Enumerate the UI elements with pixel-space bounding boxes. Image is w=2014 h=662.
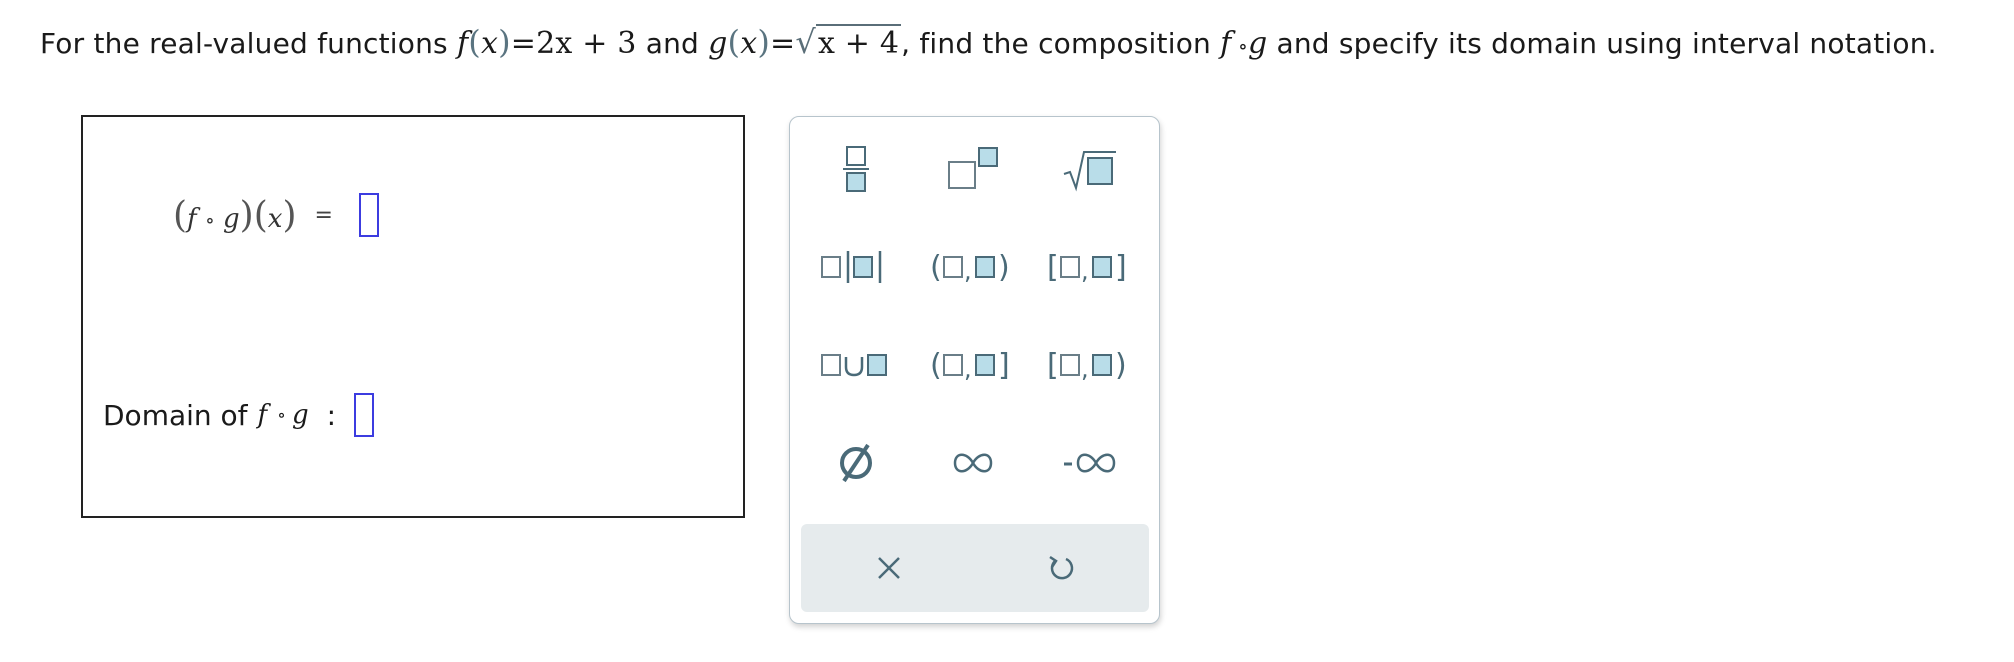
g-radicand: x + 4 xyxy=(815,24,902,61)
svg-text:,: , xyxy=(964,355,972,383)
paren-close-g: ) xyxy=(757,23,770,61)
fraction-icon xyxy=(843,146,869,192)
answer-box: (f ∘ g)(x) = Domain of f ∘ g : xyxy=(81,115,745,518)
domain-label: Domain of xyxy=(103,398,248,432)
infinity-button[interactable] xyxy=(923,433,1023,493)
lhs-g: g xyxy=(223,203,240,234)
g-equals: = xyxy=(770,26,796,61)
domain-colon: : xyxy=(326,398,337,432)
open-closed-interval-icon: ( , ] xyxy=(930,348,1010,383)
paren-open: ( xyxy=(468,23,481,61)
infinity-icon xyxy=(953,453,993,473)
undo-button[interactable] xyxy=(1011,538,1111,598)
undo-icon xyxy=(1049,555,1074,580)
question-part2: , find the composition xyxy=(901,27,1221,60)
sqrt-button[interactable] xyxy=(1040,139,1140,199)
svg-text:,: , xyxy=(1081,257,1089,285)
domain-row: Domain of f ∘ g : xyxy=(103,393,375,437)
svg-text:]: ] xyxy=(998,348,1010,383)
neg-infinity-icon xyxy=(1064,453,1116,473)
paren-open-g: ( xyxy=(727,23,741,61)
closed-open-interval-button[interactable]: [ , ) xyxy=(1040,335,1140,395)
radical-sign: √ xyxy=(795,23,816,61)
sqrt-icon xyxy=(1063,151,1116,192)
lhs-paren-close: ) xyxy=(239,194,254,236)
f-equals: = xyxy=(510,26,537,61)
lhs-arg-open: ( xyxy=(253,194,268,236)
composition-row: (f ∘ g)(x) = xyxy=(173,193,379,237)
open-closed-interval-button[interactable]: ( , ] xyxy=(923,335,1023,395)
domain-g: g xyxy=(292,400,309,430)
open-open-interval-button[interactable]: ( , ) xyxy=(923,237,1023,297)
closed-closed-interval-button[interactable]: [ , ] xyxy=(1040,237,1140,297)
exponent-button[interactable] xyxy=(923,139,1023,199)
question-and: and xyxy=(636,27,709,60)
lhs-op: ∘ xyxy=(204,207,215,232)
composition-input[interactable] xyxy=(358,193,379,237)
svg-text:): ) xyxy=(1115,348,1127,383)
svg-text:(: ( xyxy=(930,250,942,285)
g-arg: x xyxy=(740,26,758,61)
svg-text:[: [ xyxy=(1047,348,1059,383)
comp-op: ∘ xyxy=(1231,34,1248,58)
exponent-icon xyxy=(948,147,998,189)
domain-op: ∘ xyxy=(277,404,286,426)
svg-text:,: , xyxy=(964,257,972,285)
question-text: For the real-valued functions f(x)=2x + … xyxy=(40,22,2000,66)
close-icon xyxy=(878,557,900,579)
fraction-button[interactable] xyxy=(806,139,906,199)
domain-input[interactable] xyxy=(354,393,375,437)
question-part1: For the real-valued functions xyxy=(40,27,457,60)
palette-action-bar xyxy=(801,524,1149,612)
svg-text:[: [ xyxy=(1047,250,1059,285)
lhs-arg-close: ) xyxy=(282,194,297,236)
neg-infinity-button[interactable] xyxy=(1040,433,1140,493)
svg-text:]: ] xyxy=(1115,250,1127,285)
empty-set-button[interactable] xyxy=(806,433,906,493)
equals-sign: = xyxy=(314,202,333,228)
open-open-interval-icon: ( , ) xyxy=(930,250,1010,285)
closed-open-interval-icon: [ , ) xyxy=(1047,348,1127,383)
abs-icon xyxy=(821,251,882,283)
lhs-x: x xyxy=(267,203,283,234)
f-definition: 2x + 3 xyxy=(536,26,637,61)
f-name: f xyxy=(456,26,469,61)
g-sqrt: √x + 4 xyxy=(795,22,902,64)
svg-text:): ) xyxy=(998,250,1010,285)
lhs-paren-open: ( xyxy=(173,194,188,236)
math-palette: ( , ) [ , ] ( , ] [,) xyxy=(789,116,1160,624)
domain-f: f xyxy=(257,400,268,430)
abs-button[interactable] xyxy=(806,237,906,297)
union-icon xyxy=(821,354,887,377)
union-button[interactable] xyxy=(806,335,906,395)
empty-set-icon xyxy=(840,443,872,483)
comp-f: f xyxy=(1220,26,1232,61)
lhs-f: f xyxy=(187,203,197,234)
comp-g: g xyxy=(1247,26,1268,61)
svg-text:(: ( xyxy=(930,348,942,383)
g-name: g xyxy=(708,26,728,61)
svg-text:,: , xyxy=(1081,355,1089,383)
f-arg: x xyxy=(480,26,499,61)
closed-closed-interval-icon: [ , ] xyxy=(1047,250,1127,285)
clear-button[interactable] xyxy=(839,538,939,598)
composition-lhs: (f ∘ g)(x) xyxy=(173,195,296,236)
paren-close: ) xyxy=(498,23,511,61)
question-part3: and specify its domain using interval no… xyxy=(1267,27,1937,60)
